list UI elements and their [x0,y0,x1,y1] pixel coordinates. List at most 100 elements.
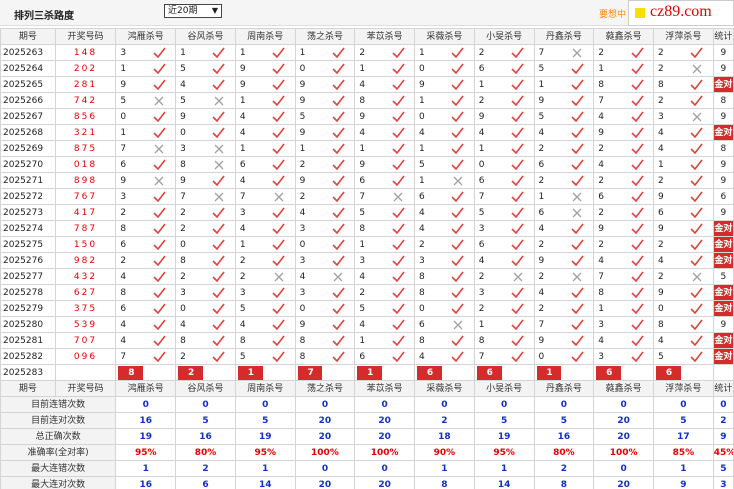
stats-header-row: 期号 开奖号码 鸿雁杀号 谷风杀号 周南杀号 荡之杀号 苯苡杀号 采薇杀号 小旻杀号 丹鑫杀号 蕤鑫… [0,380,734,397]
kill-number-cell: 4 [533,124,562,141]
kill-number-cell: 2 [593,44,622,61]
kill-number-cell: 6 [234,156,263,173]
stat-cell: 金对 [712,300,734,317]
check-icon [441,44,475,61]
kill-number-cell: 5 [652,348,681,365]
kill-number-cell: 2 [473,268,502,285]
kill-number-cell: 9 [533,92,562,109]
check-icon [143,60,177,77]
current-kill-gap [382,364,416,381]
stats-value-cell: 100% [354,444,416,461]
current-kill-badge: 6 [596,365,622,380]
check-icon [561,140,595,157]
kill-number-cell: 4 [652,140,681,157]
col-header-expert: 荡之杀号 [294,28,356,45]
cross-icon [441,316,475,333]
kill-number-cell: 1 [414,44,442,61]
check-icon [501,188,535,205]
check-icon [262,332,296,349]
kill-number-cell: 2 [533,172,562,189]
kill-number-cell: 9 [354,156,383,173]
kill-number-cell: 1 [473,140,502,157]
check-icon [501,44,535,61]
stats-value-cell: 18 [414,428,475,445]
check-icon [322,92,356,109]
cross-icon [262,188,296,205]
period-cell: 2025274 [0,220,56,237]
check-icon [382,204,416,221]
kill-number-cell: 1 [234,236,263,253]
current-kill-cell: 2 [175,364,203,381]
check-icon [621,252,654,269]
col-header-period: 期号 [0,28,56,45]
check-icon [382,44,416,61]
stats-value-cell: 19 [234,428,296,445]
kill-number-cell: 7 [354,188,383,205]
result-cell: 707 [54,332,117,349]
kill-number-cell: 3 [294,284,323,301]
check-icon [202,172,236,189]
col-header-result: 开奖号码 [54,28,117,45]
stats-label-cell: 最大连错次数 [0,460,117,477]
kill-number-cell: 4 [234,108,263,125]
top-bar: 排列三杀路度 近20期 ▼ 要想中 cz89.com [0,0,734,26]
cross-icon [143,172,177,189]
table-row: 2025275 150 6 0 1 0 1 2 6 2 2 2 金对 [0,236,734,253]
check-icon [202,124,236,141]
check-icon [621,220,654,237]
stats-value-cell: 5 [175,412,236,429]
stats-value-cell: 0 [234,396,296,413]
stats-value-cell: 16 [175,428,236,445]
kill-number-cell: 4 [354,76,383,93]
stats-value-cell: 20 [294,428,356,445]
check-icon [143,108,177,125]
check-icon [561,60,595,77]
period-cell: 2025271 [0,172,56,189]
col-header-stat: 统计 [712,28,734,45]
check-icon [561,220,595,237]
kill-number-cell: 1 [234,92,263,109]
stats-value-cell: 85% [652,444,714,461]
kill-number-cell: 1 [414,140,442,157]
check-icon [143,300,177,317]
kill-number-cell: 1 [414,92,442,109]
kill-number-cell: 5 [414,156,442,173]
kill-number-cell: 8 [414,268,442,285]
stat-cell: 金对 [712,284,734,301]
stats-row: 最大连对次数 16 6 14 20 20 8 14 8 20 9 3 [0,476,734,489]
stats-value-cell: 100% [593,444,654,461]
kill-number-cell: 1 [234,140,263,157]
kill-number-cell: 4 [593,252,622,269]
kill-number-cell: 9 [652,188,681,205]
site-logo[interactable]: cz89.com [628,0,734,26]
check-icon [441,348,475,365]
kill-number-cell: 8 [175,332,203,349]
check-icon [262,252,296,269]
current-kill-gap [680,364,714,381]
col-header-expert: 谷风杀号 [175,380,236,397]
check-icon [382,172,416,189]
logo-text: cz89.com [650,3,712,20]
stats-value-cell: 2 [533,460,595,477]
kill-number-cell: 2 [593,236,622,253]
period-select[interactable]: 近20期 ▼ [164,4,222,18]
cross-icon [202,188,236,205]
check-icon [262,172,296,189]
col-header-expert: 谷风杀号 [175,28,236,45]
check-icon [561,76,595,93]
kill-number-cell: 1 [354,140,383,157]
check-icon [262,60,296,77]
stat-cell: 6 [712,188,734,205]
stat-cell: 8 [712,92,734,109]
table-row: 2025279 375 6 0 5 0 5 0 2 2 1 0 金对 [0,300,734,317]
kill-number-cell: 5 [234,300,263,317]
stats-value-cell: 0 [593,460,654,477]
result-cell: 898 [54,172,117,189]
stats-value-cell: 0 [294,396,356,413]
check-icon [561,284,595,301]
promo-text[interactable]: 要想中 [599,7,626,20]
check-icon [621,92,654,109]
result-cell: 281 [54,76,117,93]
check-icon [621,204,654,221]
period-cell: 2025275 [0,236,56,253]
